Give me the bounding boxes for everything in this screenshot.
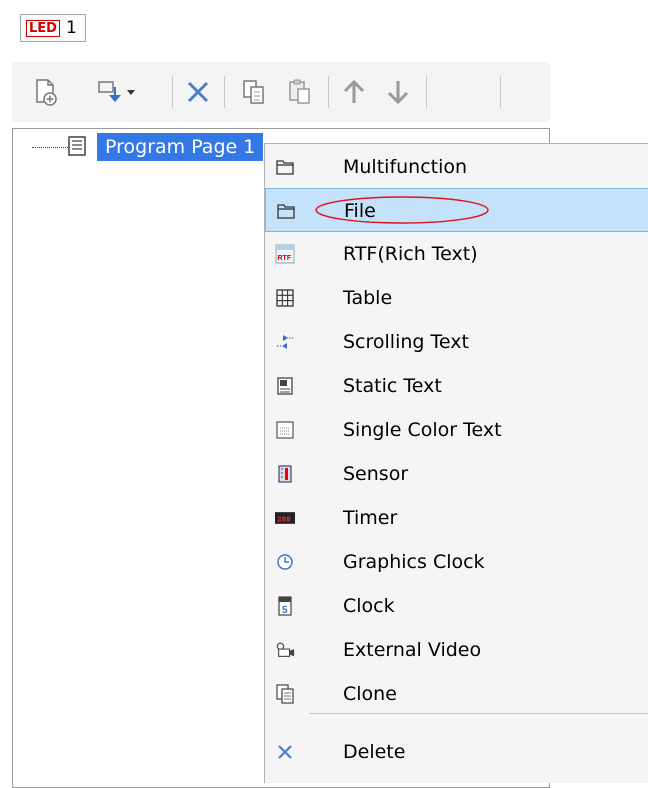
menu-item-label: Scrolling Text [343, 331, 469, 353]
folder-icon [275, 157, 295, 177]
menu-item-clock[interactable]: 5 Clock [265, 584, 648, 628]
menu-item-label: Table [343, 287, 393, 309]
menu-item-label: RTF(Rich Text) [343, 243, 478, 265]
tree-connector [32, 147, 68, 148]
menu-item-multifunction[interactable]: Multifunction [265, 145, 648, 189]
delete-icon [187, 81, 209, 103]
move-up-button[interactable] [336, 74, 372, 110]
menu-item-label: Delete [343, 741, 406, 763]
led-number: 1 [65, 18, 77, 38]
menu-item-label: Clock [343, 595, 395, 617]
static-text-icon [275, 376, 295, 396]
paste-button[interactable] [282, 74, 318, 110]
add-item-dropdown-icon [98, 81, 135, 102]
table-icon [275, 288, 295, 308]
tree-node-program-page[interactable]: Program Page 1 [97, 133, 264, 161]
toolbar [12, 62, 550, 122]
menu-item-label: Graphics Clock [343, 551, 485, 573]
copy-icon [243, 80, 264, 104]
program-page-icon [67, 135, 89, 161]
paste-icon [289, 79, 310, 104]
menu-item-label: File [344, 200, 376, 222]
context-menu: Multifunction File RTF RTF(Rich Text) Ta… [264, 143, 648, 783]
move-down-button[interactable] [380, 74, 416, 110]
copy-button[interactable] [236, 74, 272, 110]
menu-item-timer[interactable]: 289 Timer [265, 496, 648, 540]
menu-item-clone[interactable]: Clone [265, 672, 648, 716]
delete-icon [275, 742, 295, 762]
menu-item-label: Sensor [343, 463, 409, 485]
graphics-clock-icon [275, 552, 295, 572]
led-screen-tab[interactable]: LED 1 [20, 14, 86, 42]
menu-item-static-text[interactable]: Static Text [265, 364, 648, 408]
svg-text:289: 289 [277, 516, 291, 524]
menu-item-external-video[interactable]: External Video [265, 628, 648, 672]
led-badge: LED [26, 19, 60, 37]
menu-item-rtf[interactable]: RTF RTF(Rich Text) [265, 232, 648, 276]
scrolling-text-icon [275, 332, 295, 352]
clone-icon [275, 684, 295, 704]
single-color-text-icon [275, 420, 295, 440]
add-item-dropdown-button[interactable] [90, 74, 146, 110]
svg-text:5: 5 [282, 605, 288, 616]
folder-icon [276, 201, 296, 221]
menu-item-scrolling-text[interactable]: Scrolling Text [265, 320, 648, 364]
highlight-ellipse [315, 196, 489, 224]
menu-item-delete[interactable]: Delete [265, 730, 648, 774]
delete-button[interactable] [180, 74, 216, 110]
menu-item-label: Clone [343, 683, 397, 705]
move-up-icon [343, 79, 365, 103]
menu-item-label: Static Text [343, 375, 442, 397]
move-down-icon [387, 81, 409, 105]
menu-item-label: Multifunction [343, 156, 468, 178]
svg-text:RTF: RTF [278, 255, 292, 262]
timer-icon: 289 [275, 508, 295, 528]
external-video-icon [275, 640, 295, 660]
menu-item-single-color-text[interactable]: Single Color Text [265, 408, 648, 452]
add-page-icon [36, 79, 57, 106]
clock-icon: 5 [275, 596, 295, 616]
menu-item-label: Timer [343, 507, 398, 529]
rtf-icon: RTF [275, 244, 295, 264]
menu-item-file[interactable]: File [265, 188, 648, 232]
menu-item-label: External Video [343, 639, 482, 661]
menu-item-graphics-clock[interactable]: Graphics Clock [265, 540, 648, 584]
menu-item-label: Single Color Text [343, 419, 502, 441]
menu-item-table[interactable]: Table [265, 276, 648, 320]
add-page-button[interactable] [28, 74, 64, 110]
sensor-icon [275, 464, 295, 484]
menu-item-sensor[interactable]: Sensor [265, 452, 648, 496]
menu-separator [309, 713, 648, 714]
